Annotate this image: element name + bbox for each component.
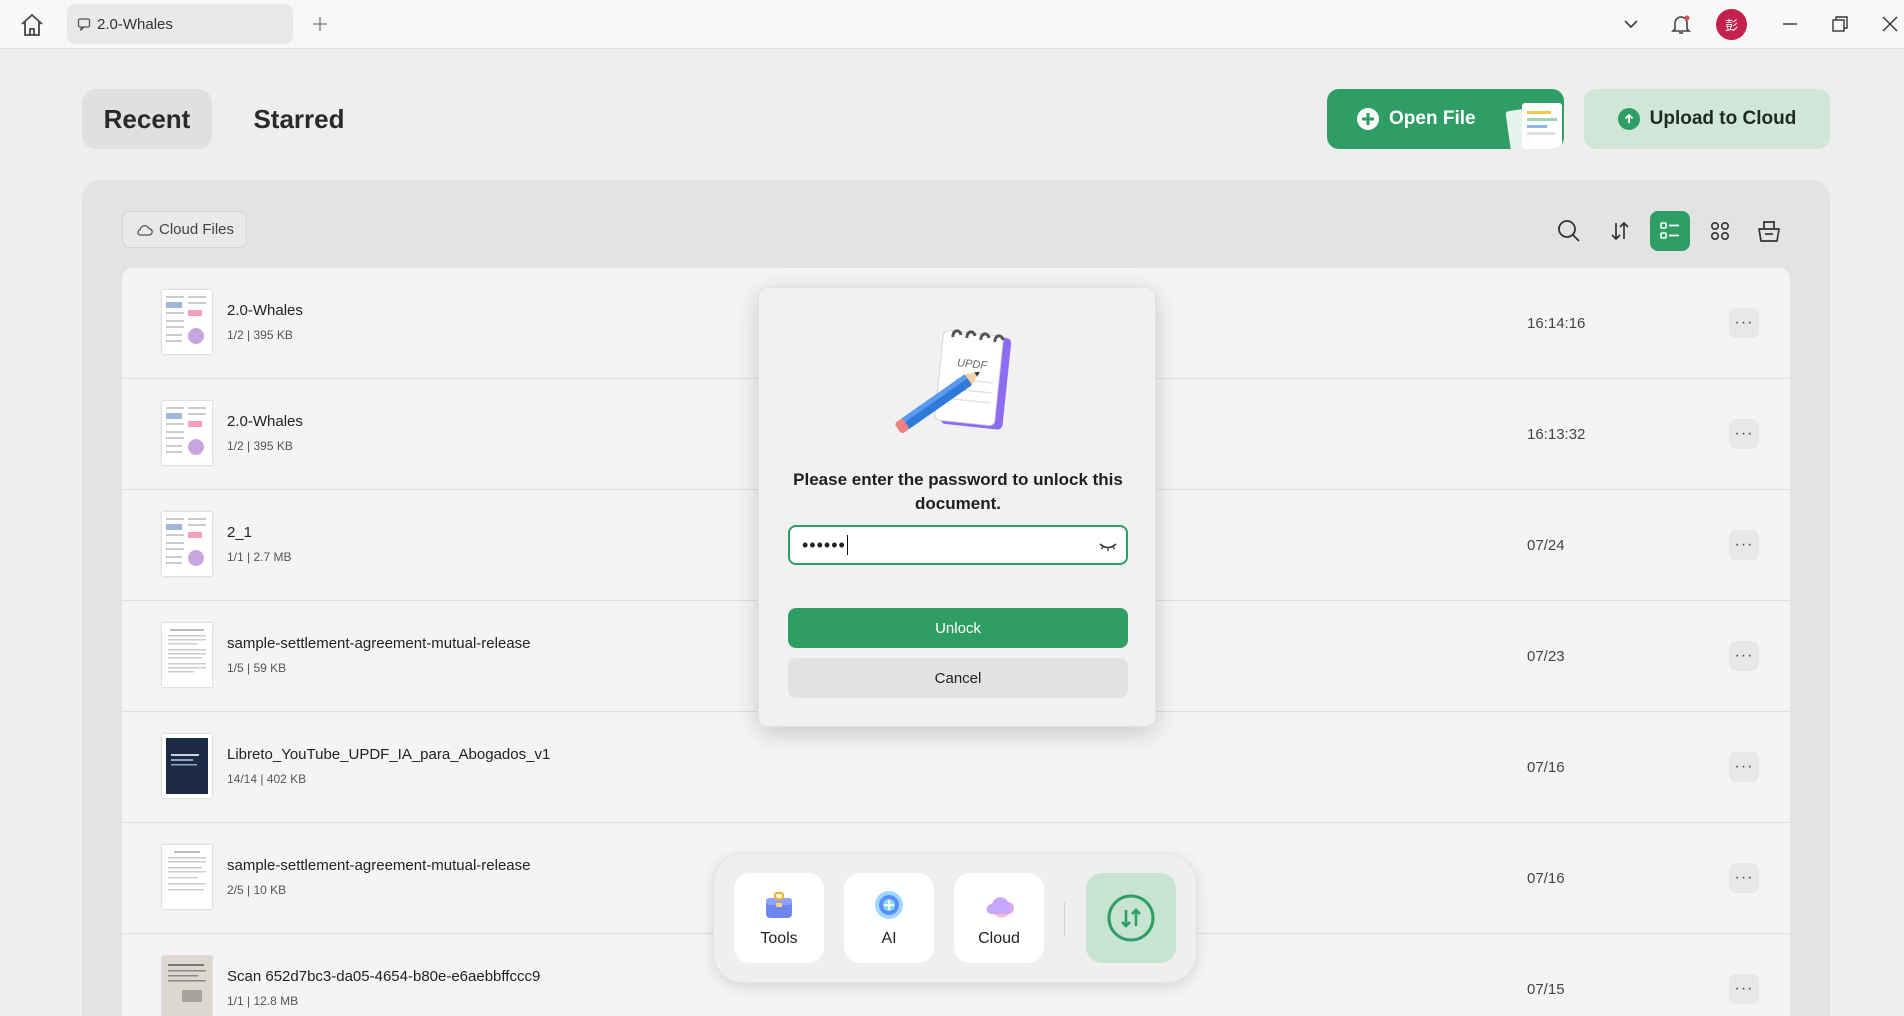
- password-input[interactable]: ••••••: [788, 525, 1128, 565]
- file-name: 2.0-Whales: [227, 413, 303, 430]
- home-icon[interactable]: [18, 11, 46, 39]
- file-date: 07/23: [1527, 648, 1565, 665]
- transfer-arrows-icon: [1107, 894, 1155, 942]
- cloud-files-button[interactable]: Cloud Files: [122, 211, 247, 248]
- ai-button[interactable]: AI: [844, 873, 934, 963]
- basket-icon[interactable]: [1749, 211, 1789, 251]
- dialog-title: Please enter the password to unlock this…: [793, 470, 1123, 513]
- cloud-label: Cloud: [978, 930, 1020, 947]
- search-icon[interactable]: [1549, 211, 1589, 251]
- open-file-label: Open File: [1389, 108, 1476, 129]
- dock-divider: [1064, 902, 1065, 936]
- more-options-button[interactable]: ···: [1729, 863, 1759, 893]
- file-date: 07/24: [1527, 537, 1565, 554]
- file-thumbnail: [162, 845, 212, 909]
- tools-label: Tools: [760, 930, 798, 947]
- file-name: Libreto_YouTube_UPDF_IA_para_Abogados_v1: [227, 746, 551, 763]
- upload-arrow-icon: [1617, 108, 1640, 130]
- password-dialog: UPDF Please enter the password to unlock…: [758, 287, 1156, 727]
- cloud-icon: [137, 224, 153, 236]
- tab-title: 2.0-Whales: [97, 15, 173, 33]
- document-tab[interactable]: 2.0-Whales: [67, 4, 293, 44]
- open-file-button[interactable]: Open File: [1327, 89, 1564, 149]
- sync-transfer-button[interactable]: [1086, 873, 1176, 963]
- file-thumbnail: [162, 512, 212, 576]
- title-bar: 2.0-Whales 彭: [0, 0, 1904, 49]
- file-meta: 1/1 | 2.7 MB: [227, 550, 292, 564]
- cloud-button[interactable]: Cloud: [954, 873, 1044, 963]
- unlock-button[interactable]: Unlock: [788, 608, 1128, 648]
- minimize-icon[interactable]: [1776, 10, 1804, 38]
- tab-starred[interactable]: Starred: [236, 89, 362, 149]
- cancel-button[interactable]: Cancel: [788, 658, 1128, 698]
- file-thumbnail: [162, 623, 212, 687]
- tab-document-icon: [77, 18, 91, 31]
- cloud-icon: [986, 897, 1014, 918]
- ai-label: AI: [881, 930, 897, 947]
- file-date: 16:14:16: [1527, 315, 1586, 332]
- avatar[interactable]: 彭: [1716, 9, 1747, 40]
- sort-icon[interactable]: [1600, 211, 1640, 251]
- file-meta: 14/14 | 402 KB: [227, 772, 307, 786]
- file-name: sample-settlement-agreement-mutual-relea…: [227, 635, 531, 652]
- file-date: 07/16: [1527, 759, 1565, 776]
- list-item[interactable]: Libreto_YouTube_UPDF_IA_para_Abogados_v1…: [122, 712, 1790, 823]
- file-meta: 1/1 | 12.8 MB: [227, 994, 299, 1008]
- file-meta: 1/5 | 59 KB: [227, 661, 287, 675]
- hide-password-eye-icon[interactable]: [1098, 536, 1118, 556]
- text-caret: [846, 535, 848, 555]
- upload-to-cloud-label: Upload to Cloud: [1649, 108, 1797, 129]
- file-thumbnail: [162, 956, 212, 1016]
- grid-view-icon[interactable]: [1700, 211, 1740, 251]
- file-name: 2.0-Whales: [227, 302, 303, 319]
- toolbox-icon: [766, 891, 792, 918]
- password-masked-value: ••••••: [802, 534, 846, 555]
- close-icon[interactable]: [1876, 10, 1904, 38]
- tab-recent[interactable]: Recent: [82, 89, 212, 149]
- file-name: 2_1: [227, 524, 253, 541]
- chevron-down-icon[interactable]: [1617, 10, 1645, 38]
- file-thumbnail: [162, 734, 212, 798]
- file-meta: 1/2 | 395 KB: [227, 328, 293, 342]
- tools-button[interactable]: Tools: [734, 873, 824, 963]
- more-options-button[interactable]: ···: [1729, 419, 1759, 449]
- file-date: 07/15: [1527, 981, 1565, 998]
- more-options-button[interactable]: ···: [1729, 641, 1759, 671]
- documents-illustration-icon: [1505, 103, 1562, 149]
- file-date: 07/16: [1527, 870, 1565, 887]
- new-tab-plus-icon[interactable]: [308, 12, 332, 36]
- plus-circle-icon: [1357, 108, 1379, 130]
- more-options-button[interactable]: ···: [1729, 974, 1759, 1004]
- file-name: sample-settlement-agreement-mutual-relea…: [227, 857, 531, 874]
- file-thumbnail: [162, 401, 212, 465]
- more-options-button[interactable]: ···: [1729, 530, 1759, 560]
- upload-to-cloud-button[interactable]: Upload to Cloud: [1584, 89, 1830, 149]
- list-view-icon[interactable]: [1650, 211, 1690, 251]
- file-date: 16:13:32: [1527, 426, 1586, 443]
- bottom-dock: Tools AI Cloud: [713, 853, 1197, 983]
- file-meta: 2/5 | 10 KB: [227, 883, 287, 897]
- more-options-button[interactable]: ···: [1729, 308, 1759, 338]
- notepad-pencil-illustration-icon: UPDF: [895, 329, 1012, 434]
- more-options-button[interactable]: ···: [1729, 752, 1759, 782]
- notification-bell-icon[interactable]: [1667, 10, 1695, 38]
- restore-window-icon[interactable]: [1826, 10, 1854, 38]
- file-name: Scan 652d7bc3-da05-4654-b80e-e6aebbffccc…: [227, 968, 541, 985]
- file-thumbnail: [162, 290, 212, 354]
- file-meta: 1/2 | 395 KB: [227, 439, 293, 453]
- ai-orb-icon: [875, 891, 903, 919]
- cloud-files-label: Cloud Files: [158, 221, 235, 238]
